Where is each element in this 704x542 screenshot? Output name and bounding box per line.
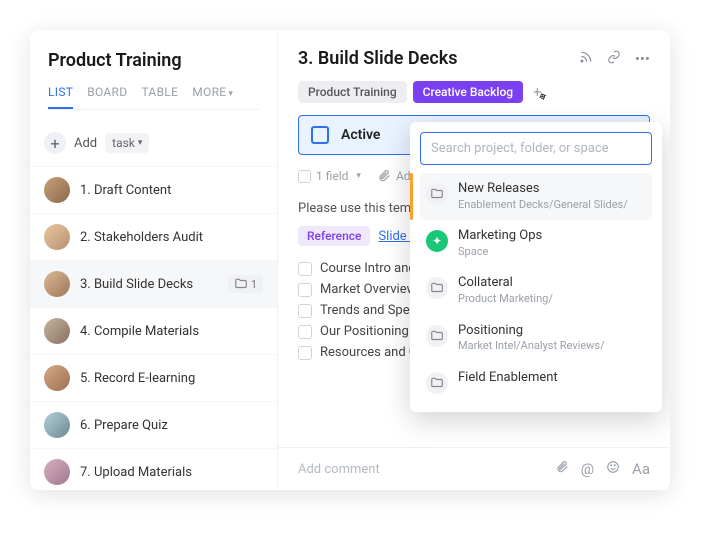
caret-down-icon: ▾ <box>138 138 143 148</box>
search-input[interactable] <box>420 132 652 165</box>
tab-board[interactable]: BOARD <box>87 85 127 109</box>
task-row[interactable]: 3. Build Slide Decks 1 <box>30 260 277 307</box>
folder-icon <box>426 325 448 347</box>
folder-badge: 1 <box>228 275 263 293</box>
cursor-icon: ⌖ <box>537 88 549 105</box>
task-row[interactable]: 2. Stakeholders Audit <box>30 213 277 260</box>
more-icon[interactable]: ••• <box>635 50 650 68</box>
link-icon[interactable] <box>607 50 621 68</box>
status-checkbox[interactable] <box>311 126 329 144</box>
sidebar: Product Training LIST BOARD TABLE MORE▾ … <box>30 30 278 490</box>
avatar <box>44 459 70 485</box>
view-tabs: LIST BOARD TABLE MORE▾ <box>48 85 259 110</box>
checkbox[interactable] <box>298 304 312 318</box>
checkbox[interactable] <box>298 325 312 339</box>
caret-down-icon: ▾ <box>356 171 361 181</box>
fields-count[interactable]: 1 field▾ <box>298 169 361 183</box>
avatar <box>44 365 70 391</box>
project-picker-dropdown: New ReleasesEnablement Decks/General Sli… <box>410 122 662 412</box>
dropdown-item[interactable]: New ReleasesEnablement Decks/General Sli… <box>420 173 652 220</box>
checkbox[interactable] <box>298 262 312 276</box>
folder-icon <box>426 277 448 299</box>
task-row[interactable]: 7. Upload Materials <box>30 448 277 490</box>
dropdown-item[interactable]: Field Enablement <box>420 362 652 402</box>
add-tag-button[interactable]: + ⌖ <box>529 83 546 101</box>
avatar <box>44 271 70 297</box>
attachment-icon <box>377 169 391 183</box>
tab-list[interactable]: LIST <box>48 85 73 109</box>
tag-product-training[interactable]: Product Training <box>298 81 407 103</box>
task-title: 3. Build Slide Decks <box>298 48 458 69</box>
status-label: Active <box>341 127 380 143</box>
space-icon: ✦ <box>426 230 448 252</box>
app-window: Product Training LIST BOARD TABLE MORE▾ … <box>30 30 670 490</box>
avatar <box>44 318 70 344</box>
avatar <box>44 412 70 438</box>
square-icon <box>298 170 311 183</box>
caret-down-icon: ▾ <box>228 89 233 99</box>
task-list: 1. Draft Content 2. Stakeholders Audit 3… <box>30 166 277 490</box>
task-row[interactable]: 4. Compile Materials <box>30 307 277 354</box>
tab-more[interactable]: MORE▾ <box>192 85 233 109</box>
plus-icon: + <box>44 132 66 154</box>
format-icon[interactable]: Aa <box>632 460 650 478</box>
dropdown-item[interactable]: ✦ Marketing OpsSpace <box>420 220 652 267</box>
avatar <box>44 177 70 203</box>
task-row[interactable]: 1. Draft Content <box>30 166 277 213</box>
task-row[interactable]: 5. Record E-learning <box>30 354 277 401</box>
emoji-icon[interactable] <box>606 460 620 478</box>
checkbox[interactable] <box>298 346 312 360</box>
project-title: Product Training <box>48 50 259 71</box>
checkbox[interactable] <box>298 283 312 297</box>
avatar <box>44 224 70 250</box>
folder-icon <box>426 183 448 205</box>
dropdown-item[interactable]: PositioningMarket Intel/Analyst Reviews/ <box>420 315 652 362</box>
comment-input[interactable]: Add comment <box>298 462 380 477</box>
reference-tag: Reference <box>298 226 370 246</box>
tags-row: Product Training Creative Backlog + ⌖ <box>298 81 650 103</box>
mention-icon[interactable]: @ <box>581 460 594 478</box>
add-task-button[interactable]: + Add task▾ <box>30 120 277 166</box>
tab-table[interactable]: TABLE <box>141 85 178 109</box>
folder-icon <box>234 277 248 291</box>
add-label: Add <box>74 136 97 151</box>
attachment-icon[interactable] <box>555 460 569 478</box>
tag-creative-backlog[interactable]: Creative Backlog <box>413 81 523 103</box>
task-row[interactable]: 6. Prepare Quiz <box>30 401 277 448</box>
comment-bar: Add comment @ Aa <box>278 447 670 490</box>
add-type-chip[interactable]: task▾ <box>105 133 149 153</box>
rss-icon[interactable] <box>579 50 593 68</box>
folder-icon <box>426 372 448 394</box>
dropdown-item[interactable]: CollateralProduct Marketing/ <box>420 267 652 314</box>
